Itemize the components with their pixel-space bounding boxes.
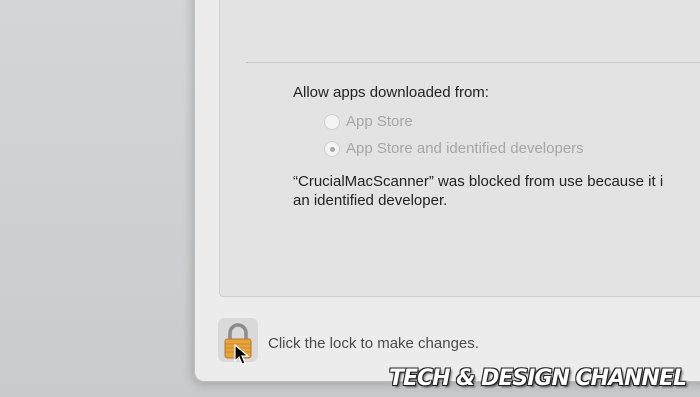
radio-label-identified-developers: App Store and identified developers (346, 140, 584, 157)
radio-option-app-store[interactable]: App Store (324, 113, 413, 130)
section-divider (246, 62, 700, 63)
radio-button-icon[interactable] (324, 113, 340, 130)
blocked-message-line1: “CrucialMacScanner” was blocked from use… (293, 173, 664, 190)
radio-label-app-store: App Store (346, 113, 413, 130)
lock-hint-text: Click the lock to make changes. (268, 335, 479, 352)
blocked-app-message: “CrucialMacScanner” was blocked from use… (293, 172, 700, 210)
allow-apps-label: Allow apps downloaded from: (293, 84, 489, 101)
radio-option-identified-developers[interactable]: App Store and identified developers (324, 140, 584, 157)
channel-watermark: TECH & DESIGN CHANNEL (388, 366, 687, 391)
radio-button-selected-icon[interactable] (324, 140, 340, 157)
desktop-background (0, 0, 196, 397)
blocked-message-line2: an identified developer. (293, 192, 448, 209)
mouse-cursor-icon (234, 344, 250, 365)
